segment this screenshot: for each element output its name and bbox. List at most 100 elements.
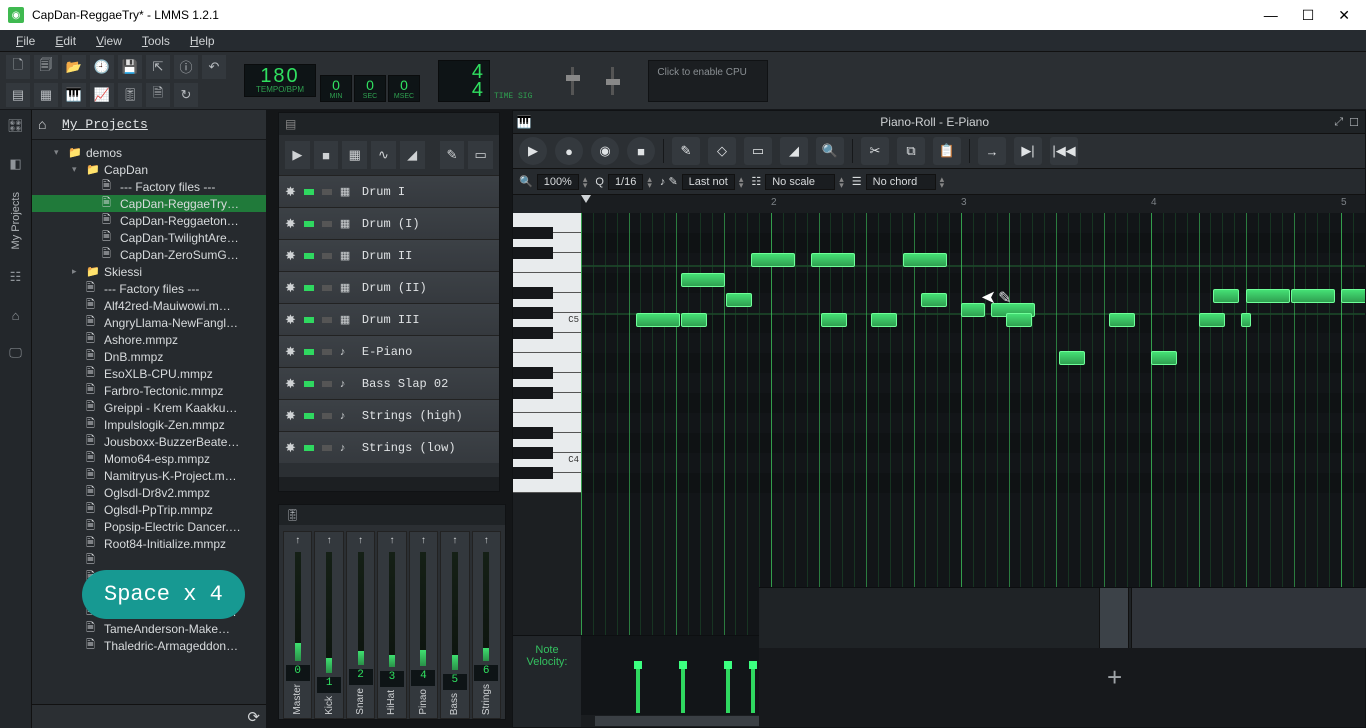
track-row[interactable]: ✸ ▦ Drum II xyxy=(279,239,499,271)
solo-led[interactable] xyxy=(322,285,332,291)
note[interactable] xyxy=(1241,313,1251,327)
gear-icon[interactable]: ✸ xyxy=(285,408,296,424)
file-row[interactable]: 🗎Popsip-Electric Dancer.… xyxy=(32,518,266,535)
pr-recplay-button[interactable]: ◉ xyxy=(591,137,619,165)
track-scrollbar[interactable] xyxy=(279,477,499,491)
fader[interactable] xyxy=(420,552,426,666)
track-row[interactable]: ✸ ▦ Drum (II) xyxy=(279,271,499,303)
pr-erase-button[interactable]: ◇ xyxy=(708,137,736,165)
gear-icon[interactable]: ✸ xyxy=(285,312,296,328)
note[interactable] xyxy=(921,293,947,307)
pianoroll-expand-icon[interactable]: ⤢ xyxy=(1334,116,1343,129)
file-row[interactable]: 🗎DnB.mmpz xyxy=(32,348,266,365)
file-row[interactable]: 🗎CapDan-ReggaeTry… xyxy=(32,195,266,212)
menu-tools[interactable]: Tools xyxy=(132,32,180,50)
bpm-display[interactable]: 180 TEMPO/BPM xyxy=(244,64,316,97)
file-row[interactable]: 🗎Momo64-esp.mmpz xyxy=(32,450,266,467)
solo-led[interactable] xyxy=(322,445,332,451)
master-volume-slider[interactable] xyxy=(554,57,590,105)
info-button[interactable]: ⓘ xyxy=(174,55,198,79)
song-draw-button[interactable]: ✎ xyxy=(440,141,465,169)
fader[interactable] xyxy=(326,552,332,673)
note[interactable] xyxy=(1199,313,1225,327)
send-arrow-icon[interactable]: ↑ xyxy=(484,532,489,548)
mixer-channel[interactable]: ↑ 5 Bass xyxy=(440,531,469,719)
cpu-meter[interactable]: Click to enable CPU xyxy=(648,60,768,102)
note[interactable] xyxy=(726,293,752,307)
rail-home-icon[interactable]: ⌂ xyxy=(6,305,26,325)
close-button[interactable]: ✕ xyxy=(1338,7,1350,24)
note[interactable] xyxy=(681,273,725,287)
export-button[interactable]: ⇱ xyxy=(146,55,170,79)
track-row[interactable]: ✸ ▦ Drum III xyxy=(279,303,499,335)
gear-icon[interactable]: ✸ xyxy=(285,216,296,232)
menu-edit[interactable]: Edit xyxy=(45,32,86,50)
rail-instruments-icon[interactable]: 🎛 xyxy=(6,116,26,136)
file-row[interactable]: 🗎--- Factory files --- xyxy=(32,280,266,297)
track-row[interactable]: ✸ ▦ Drum (I) xyxy=(279,207,499,239)
pianoroll-max-icon[interactable]: ☐ xyxy=(1349,116,1359,129)
fader[interactable] xyxy=(358,552,364,665)
open-button[interactable]: 📂 xyxy=(62,55,86,79)
pr-notelen-field[interactable]: ♪ ✎ Last not ▴▾ xyxy=(660,174,743,190)
fader[interactable] xyxy=(483,552,489,661)
mixer-button[interactable]: 🎚 xyxy=(118,83,142,107)
pr-copy-button[interactable]: ⧉ xyxy=(897,137,925,165)
pr-chord-field[interactable]: ☰ No chord ▴▾ xyxy=(852,174,944,190)
rail-computer-icon[interactable]: 🖵 xyxy=(6,343,26,363)
file-row[interactable]: 🗎--- Factory files --- xyxy=(32,178,266,195)
rail-samples-icon[interactable]: ◧ xyxy=(6,154,26,174)
file-row[interactable]: 🗎 xyxy=(32,552,266,569)
solo-led[interactable] xyxy=(322,317,332,323)
mute-led[interactable] xyxy=(304,381,314,387)
solo-led[interactable] xyxy=(322,349,332,355)
folder-row[interactable]: ▾📁demos xyxy=(32,144,266,161)
track-row[interactable]: ✸ ▦ Drum I xyxy=(279,175,499,207)
pr-cut-button[interactable]: ✂ xyxy=(861,137,889,165)
playhead-marker-icon[interactable] xyxy=(581,195,591,203)
reload-icon[interactable]: ⟳ xyxy=(247,708,260,726)
pr-detune-button[interactable]: ◢ xyxy=(780,137,808,165)
pr-next-button[interactable]: → xyxy=(978,137,1006,165)
mute-led[interactable] xyxy=(304,285,314,291)
note[interactable] xyxy=(811,253,855,267)
mute-led[interactable] xyxy=(304,445,314,451)
file-row[interactable]: 🗎Alf42red-Mauiwowi.m… xyxy=(32,297,266,314)
undo-button[interactable]: ↶ xyxy=(202,55,226,79)
note[interactable] xyxy=(1213,289,1239,303)
mute-led[interactable] xyxy=(304,349,314,355)
note[interactable] xyxy=(1109,313,1135,327)
gear-icon[interactable]: ✸ xyxy=(285,248,296,264)
pr-ruler[interactable]: 2345 xyxy=(513,195,1365,213)
send-arrow-icon[interactable]: ↑ xyxy=(421,532,426,548)
pr-stop-button[interactable]: ■ xyxy=(627,137,655,165)
file-row[interactable]: 🗎AngryLlama-NewFangl… xyxy=(32,314,266,331)
velocity-bar[interactable] xyxy=(636,665,640,713)
controller-button[interactable]: ↻ xyxy=(174,83,198,107)
mixer-channel[interactable]: ↑ 0 Master xyxy=(283,531,312,719)
song-stop-button[interactable]: ■ xyxy=(314,141,339,169)
solo-led[interactable] xyxy=(322,413,332,419)
mixer-channel[interactable]: ↑ 2 Snare xyxy=(346,531,375,719)
file-row[interactable]: 🗎EsoXLB-CPU.mmpz xyxy=(32,365,266,382)
minimize-button[interactable]: — xyxy=(1264,7,1278,24)
home-icon[interactable]: ⌂ xyxy=(38,116,56,134)
menu-file[interactable]: File xyxy=(6,32,45,50)
note[interactable] xyxy=(681,313,707,327)
new-template-button[interactable]: 🗐 xyxy=(34,55,58,79)
song-wave-button[interactable]: ∿ xyxy=(371,141,396,169)
velocity-bar[interactable] xyxy=(681,665,685,713)
solo-led[interactable] xyxy=(322,381,332,387)
note[interactable] xyxy=(1006,313,1032,327)
new-project-button[interactable]: 🗋 xyxy=(6,55,30,79)
fader[interactable] xyxy=(295,552,301,661)
send-arrow-icon[interactable]: ↑ xyxy=(358,532,363,548)
pianoroll-button[interactable]: 🎹 xyxy=(62,83,86,107)
timeline-minimap[interactable]: + xyxy=(759,587,1365,727)
menu-help[interactable]: Help xyxy=(180,32,225,50)
mixer-channel[interactable]: ↑ 4 Pinao xyxy=(409,531,438,719)
pr-record-button[interactable]: ● xyxy=(555,137,583,165)
file-row[interactable]: 🗎CapDan-ZeroSumG… xyxy=(32,246,266,263)
file-row[interactable]: 🗎Ashore.mmpz xyxy=(32,331,266,348)
piano-keyboard[interactable]: C5C4 xyxy=(513,213,581,635)
